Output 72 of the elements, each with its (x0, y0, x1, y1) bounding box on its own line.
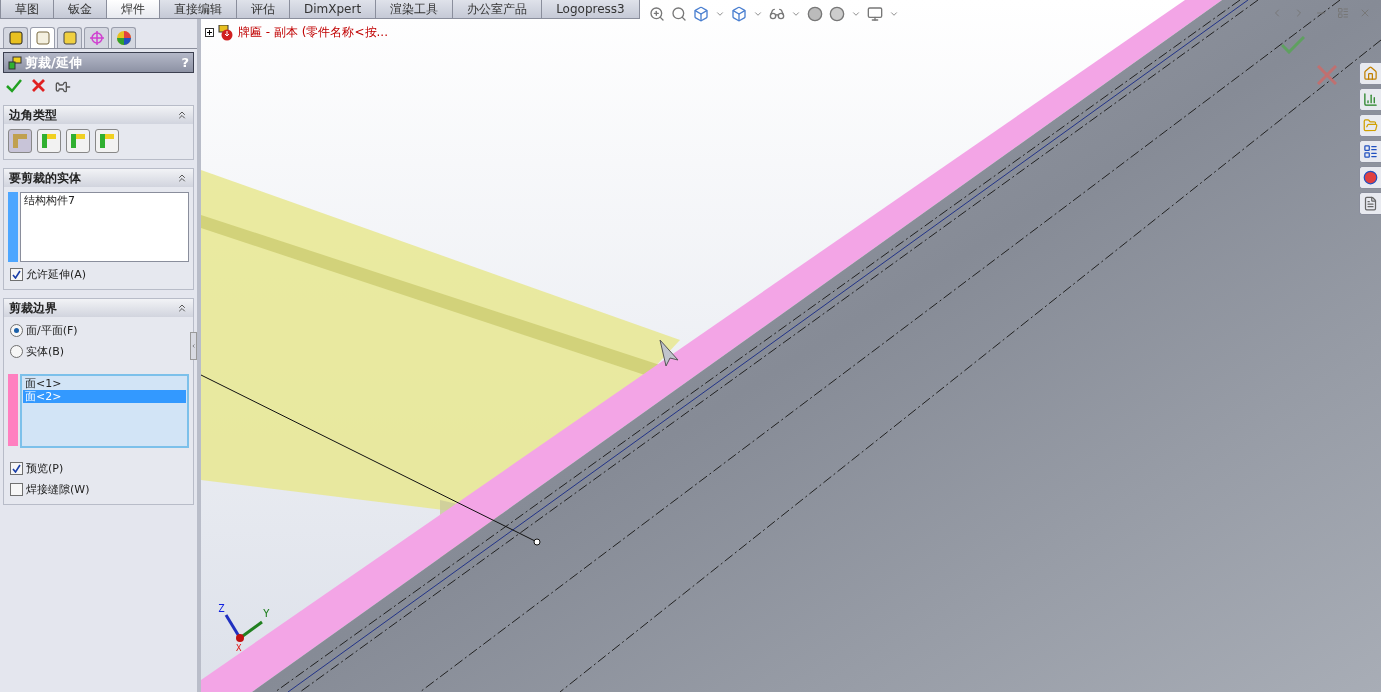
toolbar-tab[interactable]: 草图 (0, 0, 54, 19)
ok-check-icon[interactable] (6, 79, 22, 93)
selection-list[interactable]: 面<1> 面<2> (20, 374, 189, 448)
checkbox-label: 允许延伸(A) (26, 267, 87, 282)
corner-type-button[interactable] (8, 129, 32, 153)
expand-icon[interactable] (205, 28, 214, 37)
part-icon (7, 30, 24, 46)
zoom-icon[interactable] (649, 6, 665, 22)
checkbox[interactable] (10, 462, 23, 475)
document-icon[interactable] (1359, 192, 1381, 215)
list-item[interactable]: 面<1> (23, 377, 186, 390)
toolbar-tab[interactable]: DimXpert (289, 0, 377, 19)
corner-icon (41, 133, 57, 149)
toolbar-tab[interactable]: 评估 (236, 0, 290, 19)
search-icon[interactable] (671, 6, 687, 22)
cancel-x-icon[interactable] (32, 79, 45, 92)
caret-icon[interactable] (889, 9, 899, 19)
cube-icon[interactable] (731, 6, 747, 22)
panel-tab[interactable] (84, 27, 109, 48)
collapse-icon[interactable] (176, 302, 188, 314)
toolbar-tab[interactable]: 渲染工具 (375, 0, 454, 19)
toolbar-tab[interactable]: 钣金 (53, 0, 107, 19)
caret-icon[interactable] (753, 9, 763, 19)
caret-icon[interactable] (851, 9, 861, 19)
corner-type-button[interactable] (37, 129, 61, 153)
toolbar-tab[interactable]: 直接编辑 (159, 0, 237, 19)
corner-icon (70, 133, 86, 149)
corner-type-button[interactable] (66, 129, 90, 153)
section-title: 要剪裁的实体 (9, 169, 81, 187)
corner-icon (99, 133, 115, 149)
axis-triad-drawing: Z Y X (218, 602, 270, 653)
toolbar-tab[interactable]: 办公室产品 (452, 0, 543, 19)
section-title: 边角类型 (9, 106, 57, 124)
toolbar-tab[interactable]: 焊件 (106, 0, 160, 19)
caret-icon[interactable] (791, 9, 801, 19)
collapse-icon[interactable] (176, 109, 188, 121)
home-icon[interactable] (1359, 62, 1381, 85)
toolbar-tab[interactable]: Logopress3 (541, 0, 640, 19)
panel-title: 剪裁/延伸 (25, 53, 83, 72)
crosshair-icon (88, 30, 105, 46)
panel-tab[interactable] (57, 27, 82, 48)
collapse-handle[interactable] (190, 332, 197, 360)
panel-tab[interactable] (111, 27, 136, 48)
panel-tab[interactable] (3, 27, 28, 48)
cube-icon[interactable] (693, 6, 709, 22)
radio-button[interactable] (10, 324, 23, 337)
panel-tab[interactable] (30, 27, 55, 48)
corner-type-button[interactable] (95, 129, 119, 153)
checkbox-label: 焊接缝隙(W) (26, 482, 90, 497)
ok-check-icon[interactable] (1281, 36, 1305, 54)
radio-label: 面/平面(F) (26, 323, 78, 338)
radio-label: 实体(B) (26, 344, 65, 359)
selection-list[interactable]: 结构构件7 (20, 192, 189, 262)
trim-feature-icon (8, 55, 22, 70)
feature-tree-item[interactable]: 牌匾 - 副本 (零件名称<按... (238, 24, 388, 41)
checkbox[interactable] (10, 268, 23, 281)
pin-icon[interactable] (55, 79, 71, 95)
monitor-icon[interactable] (867, 6, 883, 22)
folder-icon[interactable] (1359, 114, 1381, 137)
checkbox[interactable] (10, 483, 23, 496)
checkbox-label: 预览(P) (26, 461, 64, 476)
corner-icon (12, 133, 28, 149)
glasses-icon[interactable] (769, 6, 785, 22)
section-title: 剪裁边界 (9, 299, 57, 317)
list-item[interactable]: 结构构件7 (22, 194, 187, 207)
sphere-icon[interactable] (807, 6, 823, 22)
radio-button[interactable] (10, 345, 23, 358)
part-warning-icon (217, 24, 235, 41)
sphere-icon[interactable] (829, 6, 845, 22)
color-ball-icon (115, 30, 132, 46)
collapse-icon[interactable] (176, 172, 188, 184)
caret-icon[interactable] (715, 9, 725, 19)
